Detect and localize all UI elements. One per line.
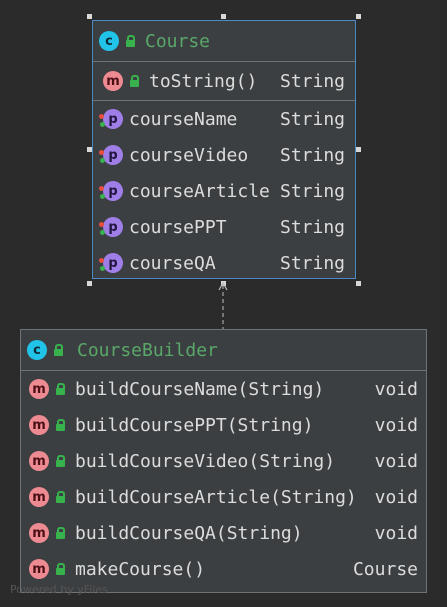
lock-icon: [126, 35, 135, 47]
selection-handle[interactable]: [356, 281, 361, 286]
selection-handle[interactable]: [87, 14, 92, 19]
property-badge-icon: p: [99, 181, 123, 201]
method-name: buildCoursePPT(String): [75, 414, 314, 436]
class-badge-icon: c: [27, 340, 47, 360]
method-name: buildCourseQA(String): [75, 522, 303, 544]
method-row[interactable]: m buildCourseArticle(String) void: [21, 479, 426, 515]
property-badge-icon: p: [99, 217, 123, 237]
property-badge-icon: p: [99, 109, 123, 129]
lock-icon: [130, 75, 139, 87]
method-badge-icon: m: [29, 487, 49, 507]
method-name: makeCourse(): [75, 558, 206, 580]
method-row[interactable]: m buildCourseName(String) void: [21, 371, 426, 407]
lock-icon: [56, 491, 65, 503]
selection-handle[interactable]: [356, 147, 361, 152]
method-row[interactable]: m makeCourse() Course: [21, 551, 426, 587]
property-name: courseVideo: [129, 144, 249, 166]
method-row[interactable]: m buildCoursePPT(String) void: [21, 407, 426, 443]
method-return-type: void: [374, 486, 418, 508]
class-name: Course: [145, 30, 211, 52]
method-return-type: void: [374, 378, 418, 400]
property-badge-icon: p: [99, 145, 123, 165]
lock-icon: [56, 563, 65, 575]
property-type: String: [280, 180, 346, 202]
selection-handle[interactable]: [221, 281, 226, 286]
method-badge-icon: m: [29, 415, 49, 435]
lock-icon: [56, 527, 65, 539]
method-name: buildCourseVideo(String): [75, 450, 336, 472]
method-badge-icon: m: [29, 559, 49, 579]
property-type: String: [280, 144, 346, 166]
property-row[interactable]: p courseQA String: [93, 245, 355, 281]
coursebuilder-class-node[interactable]: c CourseBuilder m buildCourseName(String…: [20, 329, 427, 593]
method-badge-icon: m: [103, 71, 123, 91]
method-return-type: void: [374, 522, 418, 544]
lock-icon: [56, 383, 65, 395]
property-name: courseName: [129, 108, 238, 130]
property-name: courseQA: [129, 252, 216, 274]
method-name: buildCourseName(String): [75, 378, 325, 400]
selection-handle[interactable]: [87, 281, 92, 286]
method-row[interactable]: m buildCourseVideo(String) void: [21, 443, 426, 479]
method-return-type: void: [374, 450, 418, 472]
powered-by-label: Powered by yFiles: [10, 583, 108, 596]
property-type: String: [280, 216, 346, 238]
method-return-type: void: [374, 414, 418, 436]
class-header: c Course: [93, 21, 355, 62]
selection-handle[interactable]: [221, 14, 226, 19]
method-return-type: Course: [352, 558, 418, 580]
property-type: String: [280, 252, 346, 274]
selection-handle[interactable]: [356, 14, 361, 19]
method-badge-icon: m: [29, 451, 49, 471]
property-badge-icon: p: [99, 253, 123, 273]
property-row[interactable]: p courseVideo String: [93, 137, 355, 173]
method-badge-icon: m: [29, 523, 49, 543]
method-name: toString(): [149, 70, 258, 92]
property-name: coursePPT: [129, 216, 227, 238]
class-badge-icon: c: [99, 31, 119, 51]
class-name: CourseBuilder: [77, 339, 218, 361]
property-type: String: [280, 108, 346, 130]
course-class-node[interactable]: c Course m toString() String p courseNam…: [92, 20, 356, 279]
method-name: buildCourseArticle(String): [75, 486, 357, 508]
class-header: c CourseBuilder: [21, 330, 426, 371]
method-row[interactable]: m toString() String: [93, 62, 355, 100]
method-row[interactable]: m buildCourseQA(String) void: [21, 515, 426, 551]
lock-icon: [56, 419, 65, 431]
lock-icon: [56, 455, 65, 467]
property-row[interactable]: p courseArticle String: [93, 173, 355, 209]
property-row[interactable]: p coursePPT String: [93, 209, 355, 245]
property-name: courseArticle: [129, 180, 270, 202]
lock-icon: [54, 344, 63, 356]
method-return-type: String: [280, 70, 346, 92]
property-row[interactable]: p courseName String: [93, 101, 355, 137]
method-badge-icon: m: [29, 379, 49, 399]
